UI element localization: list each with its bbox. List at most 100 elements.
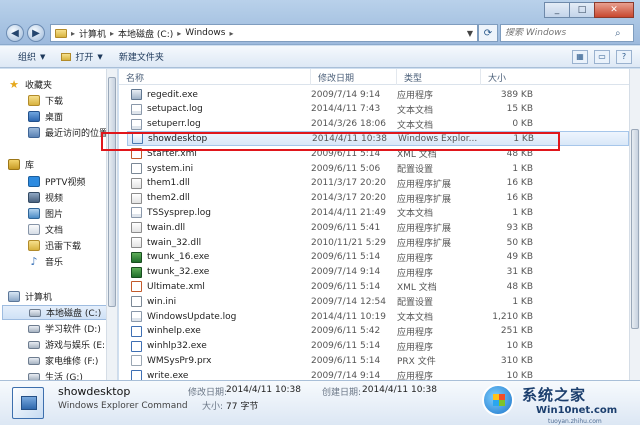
organize-button[interactable]: 组织 ▼ xyxy=(10,48,53,65)
file-row[interactable]: twain_32.dll 2010/11/21 5:29 应用程序扩展 50 KB xyxy=(127,235,629,250)
folder-icon xyxy=(55,28,67,38)
file-date: 2009/7/14 9:14 xyxy=(311,370,381,380)
help-button[interactable]: ? xyxy=(616,49,632,64)
file-row[interactable]: TSSysprep.log 2014/4/11 21:49 文本文档 1 KB xyxy=(127,205,629,220)
computer-icon xyxy=(8,291,20,302)
file-row[interactable]: setupact.log 2014/4/11 7:43 文本文档 15 KB xyxy=(127,102,629,117)
file-date: 2009/6/11 5:14 xyxy=(311,355,381,366)
maximize-button[interactable]: □ xyxy=(569,2,595,18)
file-size: 10 KB xyxy=(506,370,533,380)
breadcrumb-windows[interactable]: Windows xyxy=(181,28,229,38)
library-icon xyxy=(8,159,20,170)
file-row[interactable]: twunk_16.exe 2009/6/11 5:14 应用程序 49 KB xyxy=(127,250,629,265)
navigation-pane: ★ 收藏夹 下载 桌面 最近访问的位置 库 PPTV视频 视频 图片 文档 迅雷下… xyxy=(0,69,118,380)
nav-label: 迅雷下载 xyxy=(45,242,82,252)
file-row[interactable]: WMSysPr9.prx 2009/6/11 5:14 PRX 文件 310 KB xyxy=(127,353,629,368)
file-name: twunk_16.exe xyxy=(147,252,210,263)
nav-libraries[interactable]: 库 xyxy=(0,157,114,172)
file-size: 16 KB xyxy=(506,178,533,189)
file-row[interactable]: twain.dll 2009/6/11 5:41 应用程序扩展 93 KB xyxy=(127,220,629,235)
file-size: 0 KB xyxy=(512,119,533,130)
address-history-dropdown[interactable]: ▼ xyxy=(463,29,477,38)
breadcrumb-separator-icon: ▸ xyxy=(229,28,234,38)
drive-icon xyxy=(28,372,40,380)
watermark-subtitle: Win10net.com xyxy=(536,405,618,416)
star-icon: ★ xyxy=(9,78,19,91)
nav-favorites[interactable]: ★ 收藏夹 xyxy=(0,77,114,92)
nav-xunlei-downloads[interactable]: 迅雷下载 xyxy=(0,238,114,253)
nav-label: 计算机 xyxy=(25,293,53,303)
new-folder-button[interactable]: 新建文件夹 xyxy=(111,48,172,65)
file-row[interactable]: write.exe 2009/7/14 9:14 应用程序 10 KB xyxy=(127,368,629,380)
file-date: 2014/4/11 21:49 xyxy=(311,207,386,218)
nav-desktop[interactable]: 桌面 xyxy=(0,109,114,124)
nav-drive-c[interactable]: 本地磁盘 (C:) xyxy=(2,305,116,320)
nav-drive-d[interactable]: 学习软件 (D:) xyxy=(0,321,114,336)
open-icon xyxy=(61,52,72,61)
file-row[interactable]: regedit.exe 2009/7/14 9:14 应用程序 389 KB xyxy=(127,87,629,102)
view-icon: ▦ xyxy=(576,52,584,61)
file-date: 2009/6/11 5:14 xyxy=(311,281,381,292)
file-name-cell: them1.dll xyxy=(127,177,311,189)
file-row[interactable]: them2.dll 2014/3/17 20:20 应用程序扩展 16 KB xyxy=(127,191,629,206)
nav-label: 本地磁盘 (C:) xyxy=(46,309,102,319)
column-headers: 名称 修改日期 类型 大小 xyxy=(119,69,629,85)
nav-documents[interactable]: 文档 xyxy=(0,222,114,237)
exe2-file-icon xyxy=(131,266,142,278)
file-row[interactable]: them1.dll 2011/3/17 20:20 应用程序扩展 16 KB xyxy=(127,176,629,191)
preview-icon: ▭ xyxy=(598,52,606,61)
nav-computer[interactable]: 计算机 xyxy=(0,289,114,304)
nav-pictures[interactable]: 图片 xyxy=(0,206,114,221)
exe-file-icon xyxy=(131,89,142,100)
desktop-icon xyxy=(28,111,40,122)
column-name[interactable]: 名称 xyxy=(119,69,311,85)
nav-scrollbar[interactable] xyxy=(106,69,117,380)
file-name-cell: write.exe xyxy=(127,370,311,380)
nav-scrollbar-thumb[interactable] xyxy=(108,77,116,307)
details-file-kind: Windows Explorer Command xyxy=(58,401,188,411)
file-row[interactable]: winhelp.exe 2009/6/11 5:42 应用程序 251 KB xyxy=(127,324,629,339)
nav-pptv[interactable]: PPTV视频 xyxy=(0,174,114,189)
file-list-scrollbar-thumb[interactable] xyxy=(631,129,639,329)
nav-recent-places[interactable]: 最近访问的位置 xyxy=(0,125,114,140)
nav-drive-e[interactable]: 游戏与娱乐 (E:) xyxy=(0,337,114,352)
search-input[interactable] xyxy=(505,28,615,38)
file-row[interactable]: twunk_32.exe 2009/7/14 9:14 应用程序 31 KB xyxy=(127,265,629,280)
nav-downloads[interactable]: 下载 xyxy=(0,93,114,108)
search-box[interactable]: ⌕ xyxy=(500,24,634,42)
minimize-button[interactable]: _ xyxy=(544,2,570,18)
nav-music[interactable]: ♪ 音乐 xyxy=(0,254,114,269)
nav-drive-g[interactable]: 生活 (G:) xyxy=(0,369,114,380)
address-bar[interactable]: ▸ 计算机 ▸ 本地磁盘 (C:) ▸ Windows ▸ ▼ xyxy=(50,24,478,42)
file-row[interactable]: Ultimate.xml 2009/6/11 5:14 XML 文档 48 KB xyxy=(127,279,629,294)
nav-drive-f[interactable]: 家电维修 (F:) xyxy=(0,353,114,368)
file-list-scrollbar[interactable] xyxy=(629,69,640,380)
ini-file-icon xyxy=(131,296,142,308)
column-date[interactable]: 修改日期 xyxy=(311,69,397,85)
nav-videos[interactable]: 视频 xyxy=(0,190,114,205)
file-date: 2009/6/11 5:14 xyxy=(311,252,381,263)
preview-pane-button[interactable]: ▭ xyxy=(594,49,610,64)
dll-file-icon xyxy=(131,177,142,189)
column-type[interactable]: 类型 xyxy=(397,69,481,85)
close-button[interactable]: ✕ xyxy=(594,2,634,18)
file-date: 2011/3/17 20:20 xyxy=(311,178,386,189)
forward-button[interactable]: ▶ xyxy=(27,24,45,42)
file-row[interactable]: winhlp32.exe 2009/6/11 5:14 应用程序 10 KB xyxy=(127,339,629,354)
back-button[interactable]: ◀ xyxy=(6,24,24,42)
chevron-down-icon: ▼ xyxy=(40,52,46,61)
file-row[interactable]: WindowsUpdate.log 2014/4/11 10:19 文本文档 1,21… xyxy=(127,309,629,324)
nav-label: 图片 xyxy=(45,210,64,220)
breadcrumb-drive-c[interactable]: 本地磁盘 (C:) xyxy=(114,27,177,40)
column-size[interactable]: 大小 xyxy=(481,69,541,85)
refresh-button[interactable]: ⟳ xyxy=(478,24,498,42)
file-row[interactable]: system.ini 2009/6/11 5:06 配置设置 1 KB xyxy=(127,161,629,176)
breadcrumb-computer[interactable]: 计算机 xyxy=(75,27,110,40)
open-button[interactable]: 打开 ▼ xyxy=(53,48,110,65)
file-row[interactable]: win.ini 2009/7/14 12:54 配置设置 1 KB xyxy=(127,294,629,309)
drive-icon xyxy=(28,324,40,333)
file-type: 应用程序扩展 xyxy=(397,179,452,190)
file-row[interactable]: setuperr.log 2014/3/26 18:06 文本文档 0 KB xyxy=(127,117,629,132)
file-name-cell: win.ini xyxy=(127,296,311,308)
view-options-button[interactable]: ▦ xyxy=(572,49,588,64)
